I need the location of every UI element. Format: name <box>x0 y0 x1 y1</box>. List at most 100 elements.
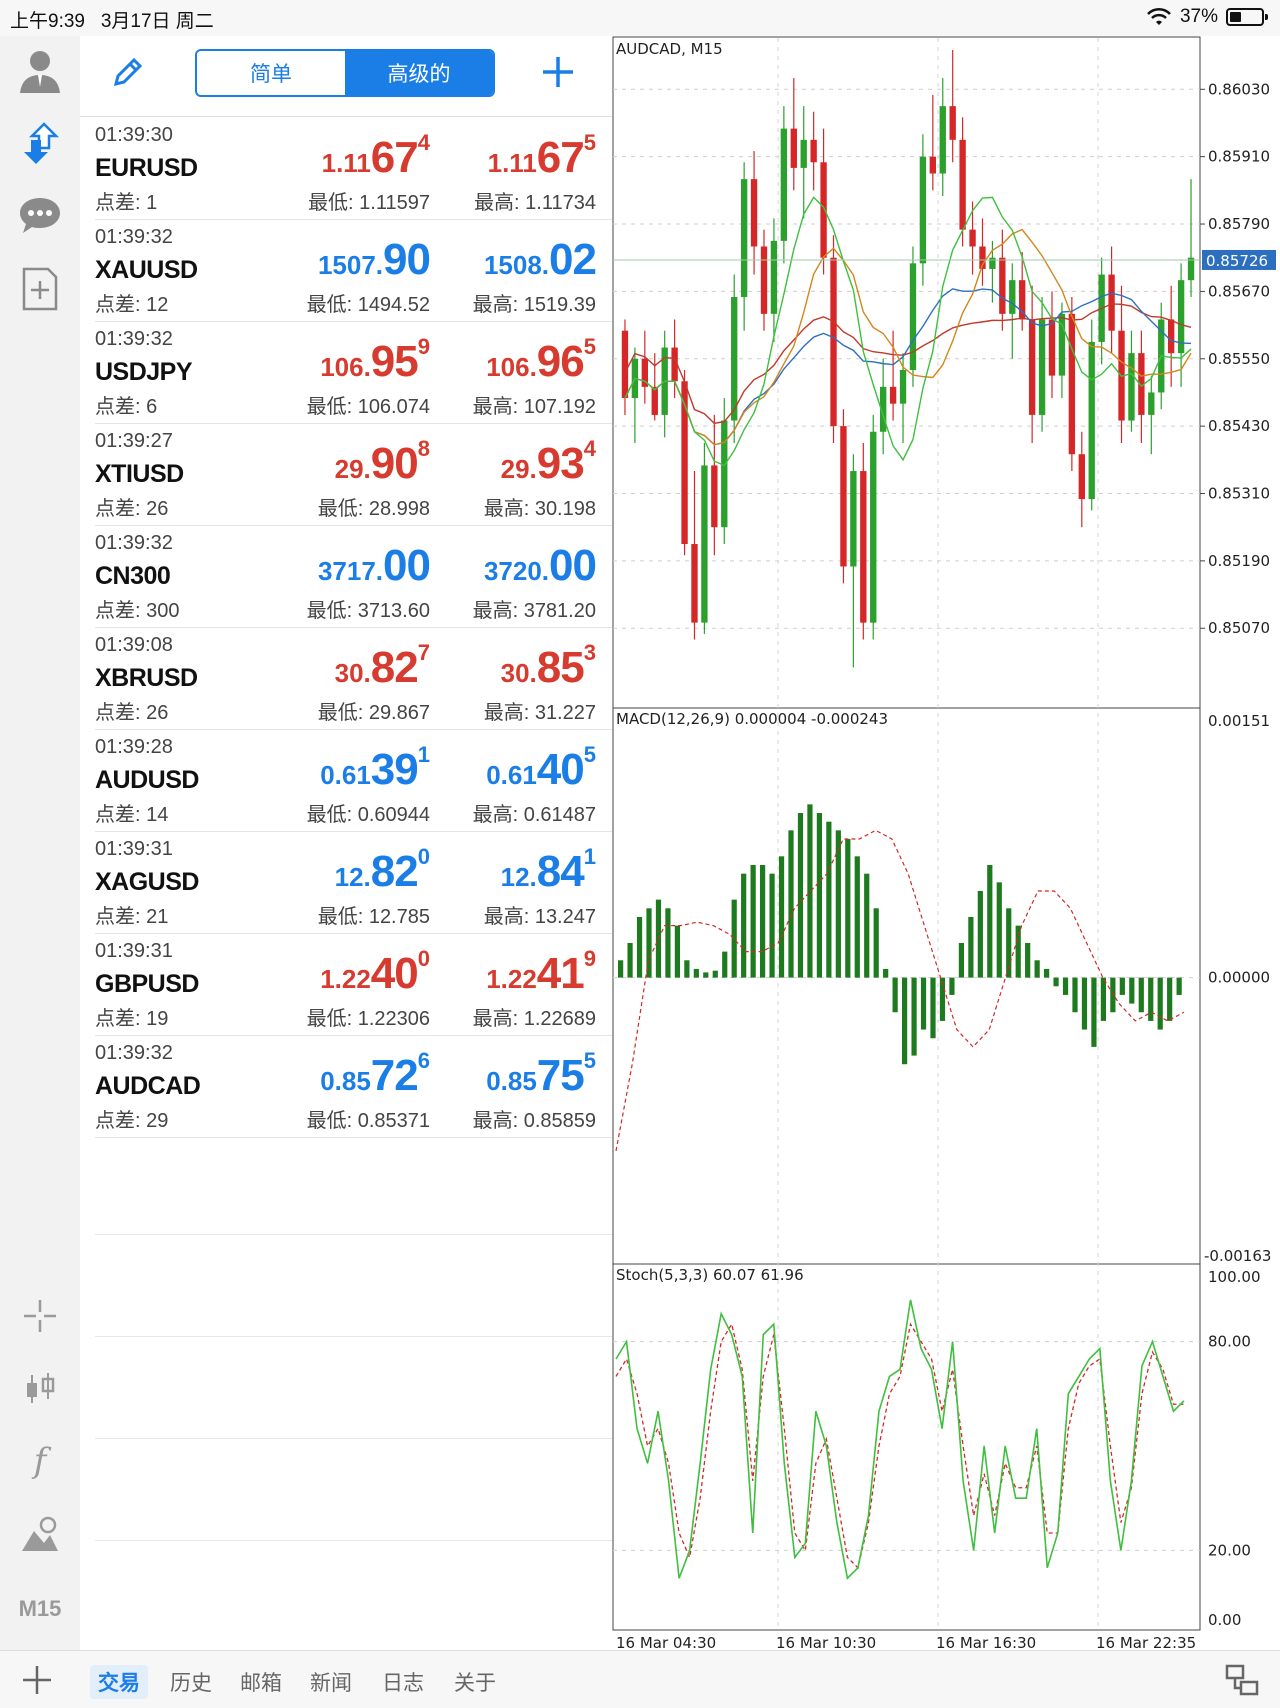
layout-icon[interactable] <box>1224 1663 1260 1702</box>
timeframe-button[interactable]: M15 <box>15 1584 65 1634</box>
candle-body <box>711 465 718 528</box>
crosshair-icon[interactable] <box>15 1291 65 1341</box>
bid-price[interactable]: 1507.90 <box>250 232 431 285</box>
candle-body <box>919 156 927 264</box>
tab-5[interactable]: 关于 <box>446 1665 504 1699</box>
quote-row-audusd[interactable]: 01:39:28 AUDUSD 点差: 14 0.61391 0.61405 最… <box>95 730 612 832</box>
quote-row-xagusd[interactable]: 01:39:31 XAGUSD 点差: 21 12.820 12.841 最低:… <box>95 832 612 934</box>
candle-body <box>740 179 748 298</box>
quote-row-xauusd[interactable]: 01:39:32 XAUUSD 点差: 12 1507.90 1508.02 最… <box>95 220 612 322</box>
quote-row-xtiusd[interactable]: 01:39:27 XTIUSD 点差: 26 29.908 29.934 最低:… <box>95 424 612 526</box>
chat-icon[interactable] <box>15 190 65 240</box>
price-tick-label: 0.85910 <box>1208 148 1270 166</box>
quote-row-eurusd[interactable]: 01:39:30 EURUSD 点差: 1 1.11674 1.11675 最低… <box>95 118 612 220</box>
list-divider <box>95 1234 612 1235</box>
bid-price[interactable]: 0.61391 <box>250 742 430 795</box>
tab-4[interactable]: 日志 <box>374 1665 432 1699</box>
ask-price[interactable]: 29.934 <box>416 436 596 489</box>
ask-price[interactable]: 30.853 <box>416 640 596 693</box>
ask-price[interactable]: 1.11675 <box>416 130 596 183</box>
bid-price[interactable]: 1.22400 <box>250 946 430 999</box>
candle-body <box>830 257 837 427</box>
list-divider <box>95 1438 612 1439</box>
candle-body <box>870 431 877 623</box>
bid-price-prefix: 30. <box>334 658 371 688</box>
candle-body <box>850 471 857 567</box>
quote-time: 01:39:31 <box>95 838 173 860</box>
tab-1[interactable]: 历史 <box>162 1665 220 1699</box>
candle-body <box>1128 353 1135 421</box>
macd-bar <box>731 899 737 978</box>
bid-price[interactable]: 1.11674 <box>250 130 430 183</box>
bid-price[interactable]: 0.85726 <box>250 1048 430 1101</box>
ask-price-pip: 3 <box>583 640 596 665</box>
quotes-list: 01:39:30 EURUSD 点差: 1 1.11674 1.11675 最低… <box>80 118 612 1138</box>
chart-panel[interactable]: 0.86030 0.85910 0.85790 0.85670 0.85550 0.854… <box>612 36 1280 1650</box>
macd-bar <box>750 864 756 978</box>
ask-price-prefix: 0.61 <box>486 760 537 790</box>
ask-price-pip: 5 <box>583 742 596 767</box>
macd-bar <box>1081 977 1088 1030</box>
bid-price[interactable]: 3717.00 <box>250 538 431 591</box>
quote-high: 最高: 31.227 <box>483 702 596 724</box>
macd-bar <box>1072 977 1078 1013</box>
quote-time: 01:39:32 <box>95 1042 173 1064</box>
ma-blue-line <box>624 288 1192 446</box>
ask-price[interactable]: 1.22419 <box>416 946 596 999</box>
add-chart-button[interactable] <box>20 1663 54 1702</box>
ask-price[interactable]: 106.965 <box>416 334 596 387</box>
bid-price[interactable]: 106.959 <box>250 334 430 387</box>
status-time: 上午9:39 <box>10 11 85 32</box>
bid-price-main: 90 <box>370 439 419 488</box>
new-order-icon[interactable] <box>15 264 65 314</box>
quote-low: 最低: 12.785 <box>317 906 430 928</box>
ask-price[interactable]: 0.85755 <box>416 1048 596 1101</box>
candle-body <box>959 139 966 230</box>
tab-3[interactable]: 新闻 <box>302 1665 360 1699</box>
price-tick-label: 0.86030 <box>1208 80 1270 98</box>
price-chart[interactable]: 0.86030 0.85910 0.85790 0.85670 0.85550 0.854… <box>612 36 1280 1650</box>
quote-row-cn300[interactable]: 01:39:32 CN300 点差: 300 3717.00 3720.00 最… <box>95 526 612 628</box>
add-symbol-button[interactable] <box>538 52 578 97</box>
bid-price[interactable]: 29.908 <box>250 436 430 489</box>
quote-high: 最高: 0.85859 <box>472 1110 596 1132</box>
quote-symbol: USDJPY <box>95 358 193 386</box>
macd-bar <box>693 968 699 978</box>
ask-price-prefix: 1508. <box>483 250 550 280</box>
bid-price-prefix: 1.22 <box>320 964 371 994</box>
macd-bar <box>835 830 841 978</box>
macd-bar <box>703 972 709 978</box>
bid-price[interactable]: 30.827 <box>250 640 430 693</box>
edit-button[interactable] <box>110 54 146 95</box>
tab-2[interactable]: 邮箱 <box>232 1665 290 1699</box>
quote-time: 01:39:31 <box>95 940 173 962</box>
quote-row-gbpusd[interactable]: 01:39:31 GBPUSD 点差: 19 1.22400 1.22419 最… <box>95 934 612 1036</box>
chart-type-icon[interactable] <box>15 1364 65 1414</box>
simple-mode-tab[interactable]: 简单 <box>197 51 345 95</box>
quote-row-usdjpy[interactable]: 01:39:32 USDJPY 点差: 6 106.959 106.965 最低… <box>95 322 612 424</box>
quote-low: 最低: 3713.60 <box>306 600 430 622</box>
time-tick-label: 16 Mar 10:30 <box>776 1634 876 1650</box>
quote-high: 最高: 1.11734 <box>474 192 596 214</box>
tab-0[interactable]: 交易 <box>90 1665 148 1699</box>
quotes-arrows-icon[interactable] <box>15 118 65 168</box>
objects-icon[interactable] <box>15 1510 65 1560</box>
plus-icon <box>543 57 573 87</box>
quote-row-audcad[interactable]: 01:39:32 AUDCAD 点差: 29 0.85726 0.85755 最… <box>95 1036 612 1138</box>
ask-price[interactable]: 1508.02 <box>416 232 597 285</box>
ask-price[interactable]: 3720.00 <box>416 538 597 591</box>
account-icon[interactable] <box>15 46 65 96</box>
status-right: 37% <box>1146 6 1268 28</box>
ask-price[interactable]: 0.61405 <box>416 742 596 795</box>
bid-price[interactable]: 12.820 <box>250 844 430 897</box>
candle-body <box>899 370 907 404</box>
quote-row-xbrusd[interactable]: 01:39:08 XBRUSD 点差: 26 30.827 30.853 最低:… <box>95 628 612 730</box>
candle-body <box>770 240 778 314</box>
advanced-mode-tab[interactable]: 高级的 <box>345 51 493 95</box>
macd-bar <box>1015 925 1021 978</box>
ask-price[interactable]: 12.841 <box>416 844 596 897</box>
quote-high: 最高: 107.192 <box>472 396 596 418</box>
ask-price-prefix: 3720. <box>483 556 550 586</box>
candle-body <box>1028 319 1036 415</box>
indicators-icon[interactable]: f <box>15 1436 65 1486</box>
